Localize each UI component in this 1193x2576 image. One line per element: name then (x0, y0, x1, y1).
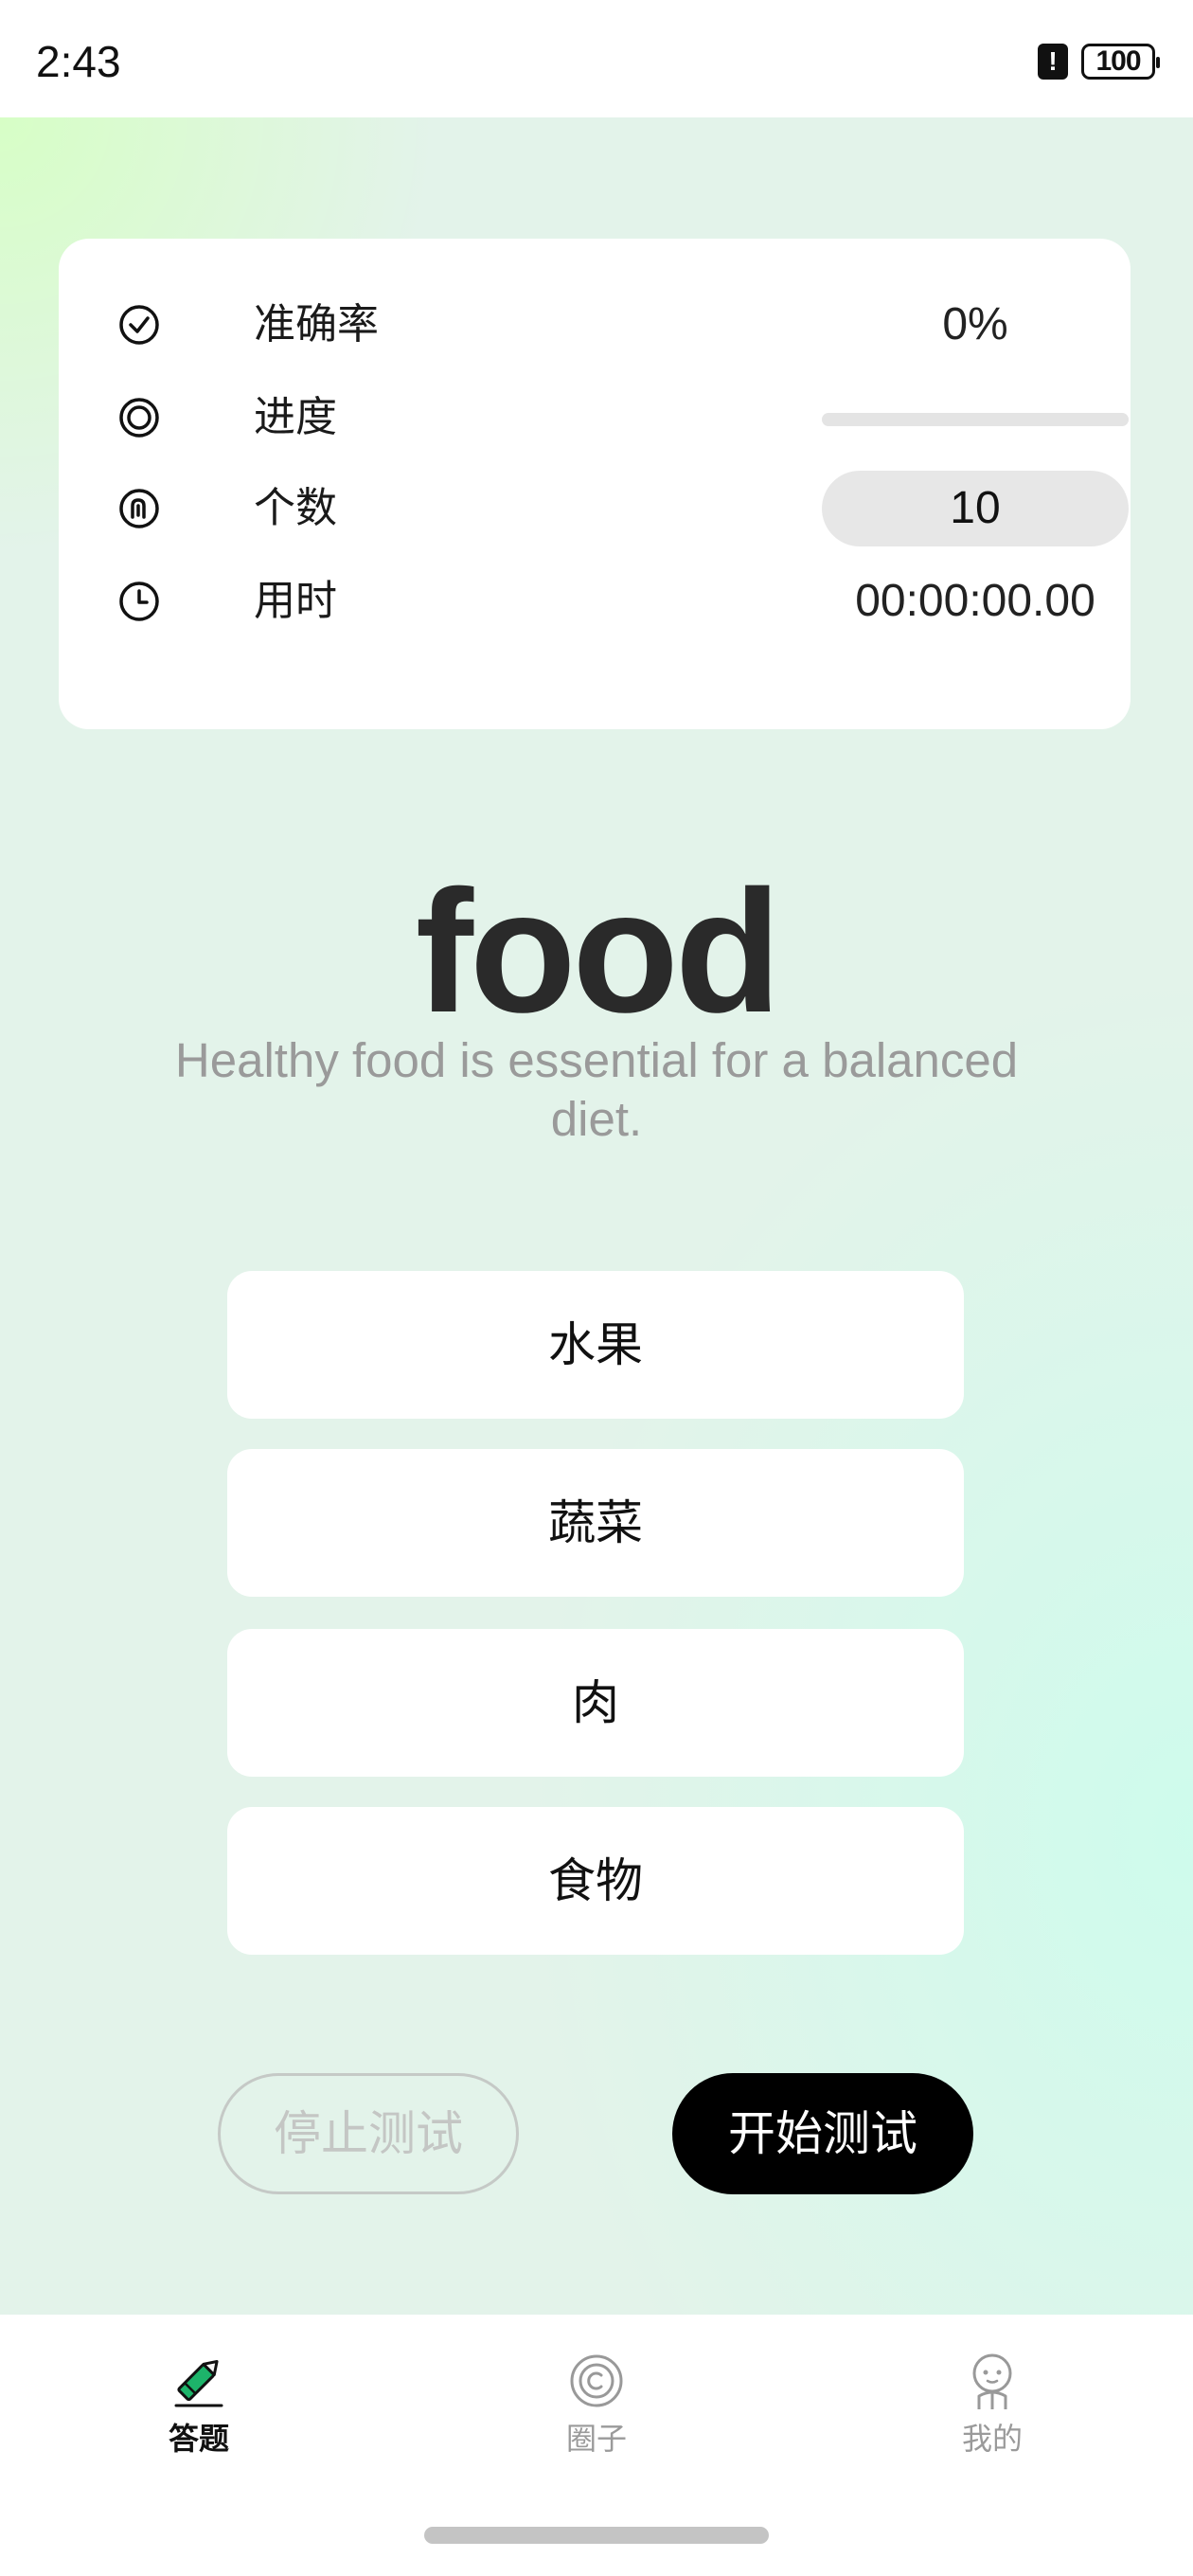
stats-card: 准确率 0% 进度 个数 10 用时 00:00:00.00 (59, 239, 1131, 729)
word-title: food (415, 853, 781, 1048)
accuracy-value: 0% (942, 299, 1008, 349)
stop-test-button[interactable]: 停止测试 (218, 2073, 519, 2194)
check-circle-icon (119, 305, 159, 345)
status-bar: 2:43 ! 100 (0, 0, 1193, 117)
progress-bar (822, 413, 1129, 426)
status-time: 2:43 (36, 37, 121, 86)
progress-row: 进度 (117, 385, 1129, 451)
time-row: 用时 00:00:00.00 (117, 568, 1095, 635)
option-button[interactable]: 食物 (227, 1807, 964, 1955)
progress-label: 进度 (254, 393, 337, 441)
tab-quiz[interactable]: 答题 (104, 2351, 294, 2474)
target-icon (119, 398, 159, 438)
pencil-icon (174, 2359, 223, 2407)
count-icon (119, 489, 159, 528)
accuracy-label: 准确率 (254, 300, 379, 349)
tab-mine[interactable]: 我的 (898, 2351, 1087, 2474)
profile-icon (972, 2353, 1012, 2409)
tab-label: 答题 (168, 2421, 229, 2457)
option-button[interactable]: 肉 (227, 1629, 964, 1777)
tab-label: 我的 (961, 2421, 1023, 2457)
clock-icon (119, 581, 159, 621)
time-value: 00:00:00.00 (855, 576, 1095, 626)
count-row: 个数 10 (117, 471, 1129, 546)
count-label: 个数 (254, 484, 337, 532)
time-label: 用时 (254, 577, 337, 625)
battery-level: 100 (1095, 45, 1141, 77)
tab-circle[interactable]: 圈子 (502, 2351, 691, 2474)
tab-label: 圈子 (565, 2421, 627, 2457)
start-test-button[interactable]: 开始测试 (672, 2073, 973, 2194)
accuracy-row: 准确率 0% (117, 292, 1074, 358)
option-button[interactable]: 水果 (227, 1271, 964, 1419)
example-sentence: Healthy food is essential for a balanced… (174, 1033, 1019, 1146)
circle-icon (570, 2354, 623, 2407)
battery-icon: 100 (1081, 44, 1160, 80)
home-indicator[interactable] (424, 2527, 769, 2544)
count-stepper[interactable]: 10 (822, 471, 1129, 546)
alert-icon: ! (1038, 44, 1068, 80)
quiz-screen: 准确率 0% 进度 个数 10 用时 00:00:00.00 food Heal… (0, 117, 1193, 2315)
status-icons: ! 100 (1038, 44, 1160, 80)
option-button[interactable]: 蔬菜 (227, 1449, 964, 1597)
